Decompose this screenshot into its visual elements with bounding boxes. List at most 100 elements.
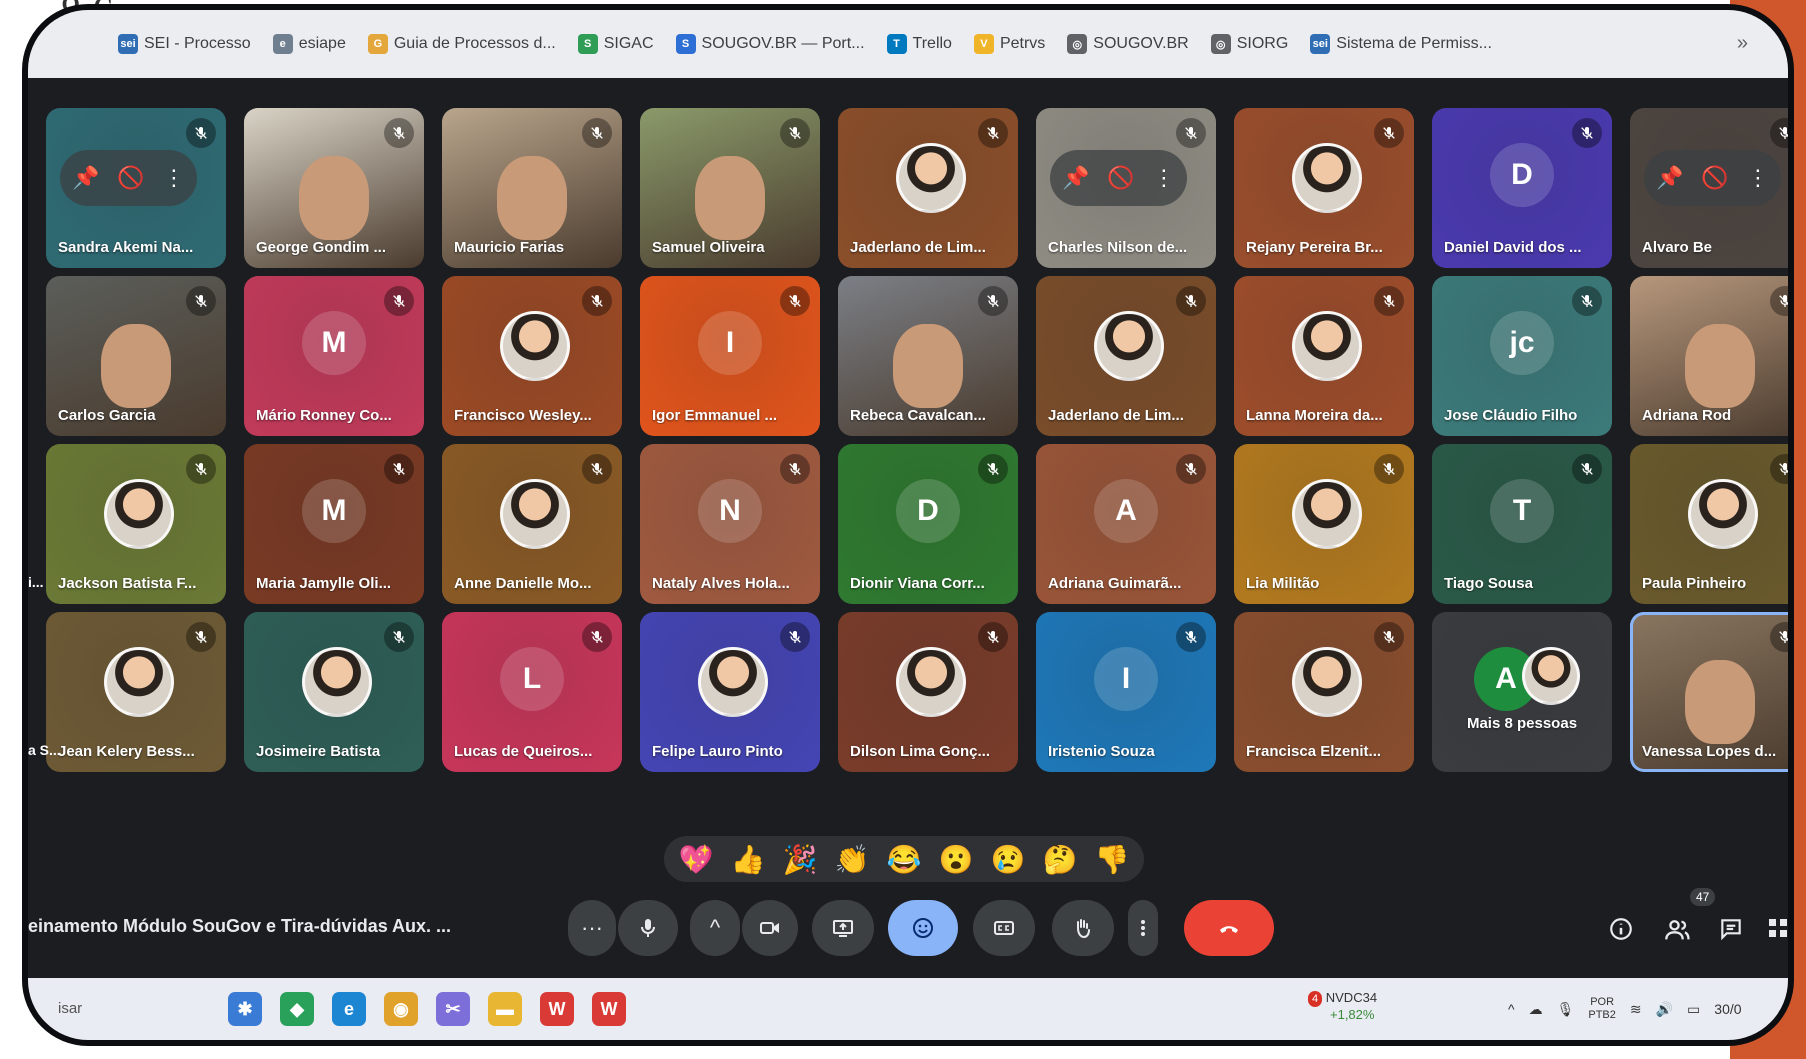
participant-tile[interactable]: jc Jose Cláudio Filho <box>1432 276 1612 436</box>
audio-options-caret[interactable]: ^ <box>690 900 740 956</box>
more-actions-button[interactable] <box>1128 900 1158 956</box>
wifi-icon[interactable]: ≋ <box>1630 1001 1642 1018</box>
chrome-icon[interactable]: ◉ <box>384 992 418 1026</box>
bookmark-item[interactable]: G Guia de Processos d... <box>367 34 556 54</box>
chevron-up-icon[interactable]: ^ <box>1508 1001 1515 1017</box>
bookmark-item[interactable]: ◎ SIORG <box>1210 34 1288 54</box>
participant-tile[interactable]: Jaderlano de Lim... <box>1036 276 1216 436</box>
folder-icon[interactable]: ▬ <box>488 992 522 1026</box>
participant-tile[interactable]: I Iristenio Souza <box>1036 612 1216 772</box>
pin-icon[interactable]: 📌 <box>1062 165 1089 191</box>
taskbar-search[interactable]: isar <box>58 1000 82 1017</box>
participant-tile[interactable]: Adriana Rod <box>1630 276 1788 436</box>
reaction-emoji[interactable]: 😂 <box>882 843 926 876</box>
captions-button[interactable] <box>973 900 1035 956</box>
pin-icon[interactable]: 📌 <box>72 165 99 191</box>
participant-tile[interactable]: George Gondim ... <box>244 108 424 268</box>
participant-tile[interactable]: Francisco Wesley... <box>442 276 622 436</box>
battery-icon[interactable]: ▭ <box>1687 1001 1700 1018</box>
participant-tile[interactable]: Vanessa Lopes d... <box>1630 612 1788 772</box>
cloud-icon[interactable]: ☁ <box>1529 1001 1543 1018</box>
participant-tile[interactable]: Samuel Oliveira <box>640 108 820 268</box>
participant-tile[interactable]: Josimeire Batista <box>244 612 424 772</box>
participant-tile[interactable]: D Daniel David dos ... <box>1432 108 1612 268</box>
snip-icon[interactable]: ✂ <box>436 992 470 1026</box>
volume-icon[interactable]: 🔊 <box>1656 1001 1673 1018</box>
more-options-button[interactable]: ··· <box>568 900 616 956</box>
participant-tile[interactable]: Francisca Elzenit... <box>1234 612 1414 772</box>
language-indicator[interactable]: POR PTB2 <box>1588 996 1616 1022</box>
activities-button[interactable] <box>1766 916 1788 947</box>
participant-tile[interactable]: I Igor Emmanuel ... <box>640 276 820 436</box>
meeting-info-button[interactable] <box>1608 916 1634 949</box>
microphone-tray-icon[interactable]: 🎙 <box>1557 1001 1575 1018</box>
participant-tile[interactable]: Rejany Pereira Br... <box>1234 108 1414 268</box>
camera-button[interactable] <box>742 900 798 956</box>
participant-tile[interactable]: Anne Danielle Mo... <box>442 444 622 604</box>
participant-tile[interactable]: Paula Pinheiro <box>1630 444 1788 604</box>
present-screen-button[interactable] <box>812 900 874 956</box>
pin-icon[interactable]: 📌 <box>1656 165 1683 191</box>
reaction-emoji[interactable]: 👍 <box>726 843 770 876</box>
reactions-button[interactable] <box>888 900 958 956</box>
bookmark-item[interactable]: sei Sistema de Permiss... <box>1310 34 1492 54</box>
participant-tile[interactable]: Felipe Lauro Pinto <box>640 612 820 772</box>
participant-tile[interactable]: Lia Militão <box>1234 444 1414 604</box>
mute-participant-icon[interactable]: 🚫 <box>117 165 144 191</box>
people-button[interactable] <box>1664 916 1692 951</box>
reaction-emoji[interactable]: 👏 <box>830 843 874 876</box>
participant-tile[interactable]: L Lucas de Queiros... <box>442 612 622 772</box>
participant-tile[interactable]: Jaderlano de Lim... <box>838 108 1018 268</box>
participant-tile[interactable]: Lanna Moreira da... <box>1234 276 1414 436</box>
leave-call-button[interactable] <box>1184 900 1274 956</box>
stock-widget[interactable]: 4 NVDC34 +1,82% <box>1308 990 1377 1023</box>
participant-tile[interactable]: Rebeca Cavalcan... <box>838 276 1018 436</box>
bookmarks-more-button[interactable]: » <box>1737 32 1748 55</box>
microphone-button[interactable] <box>618 900 678 956</box>
mic-off-icon <box>1176 118 1206 148</box>
participant-tile[interactable]: N Nataly Alves Hola... <box>640 444 820 604</box>
avatar-initial: M <box>302 311 366 376</box>
bookmark-item[interactable]: T Trello <box>886 34 952 54</box>
kebab-icon[interactable]: ⋮ <box>1747 165 1769 191</box>
mic-off-icon <box>1374 622 1404 652</box>
participant-tile[interactable]: A Adriana Guimarã... <box>1036 444 1216 604</box>
bookmark-item[interactable]: S SOUGOV.BR — Port... <box>675 34 865 54</box>
kebab-icon[interactable]: ⋮ <box>163 165 185 191</box>
participant-tile[interactable]: Jean Kelery Bess... <box>46 612 226 772</box>
reaction-emoji[interactable]: 😮 <box>934 843 978 876</box>
mute-participant-icon[interactable]: 🚫 <box>1701 165 1728 191</box>
raise-hand-button[interactable] <box>1052 900 1114 956</box>
bookmark-item[interactable]: S SIGAC <box>577 34 654 54</box>
reaction-emoji[interactable]: 👎 <box>1090 843 1134 876</box>
wps-icon[interactable]: W <box>540 992 574 1026</box>
participant-tile[interactable]: Dilson Lima Gonç... <box>838 612 1018 772</box>
wps-spreadsheet-icon[interactable]: W <box>592 992 626 1026</box>
edge-icon[interactable]: e <box>332 992 366 1026</box>
participant-tile[interactable]: Jackson Batista F... <box>46 444 226 604</box>
participant-tile[interactable]: 📌 🚫 ⋮ Charles Nilson de... <box>1036 108 1216 268</box>
chat-button[interactable] <box>1718 916 1744 949</box>
clock[interactable]: 30/0 <box>1714 1001 1741 1017</box>
bookmark-item[interactable]: ◎ SOUGOV.BR <box>1067 34 1189 54</box>
reaction-emoji[interactable]: 🤔 <box>1038 843 1082 876</box>
participant-tile[interactable]: D Dionir Viana Corr... <box>838 444 1018 604</box>
bookmark-item[interactable]: V Petrvs <box>973 34 1045 54</box>
bookmark-item[interactable]: e esiape <box>272 34 346 54</box>
reaction-emoji[interactable]: 💖 <box>674 843 718 876</box>
reaction-emoji[interactable]: 🎉 <box>778 843 822 876</box>
participant-tile[interactable]: Carlos Garcia <box>46 276 226 436</box>
participant-tile[interactable]: T Tiago Sousa <box>1432 444 1612 604</box>
phone-link-icon[interactable]: ◆ <box>280 992 314 1026</box>
participant-tile[interactable]: 📌 🚫 ⋮ Alvaro Be <box>1630 108 1788 268</box>
mute-participant-icon[interactable]: 🚫 <box>1107 165 1134 191</box>
participant-tile[interactable]: A Mais 8 pessoas <box>1432 612 1612 772</box>
participant-tile[interactable]: M Mário Ronney Co... <box>244 276 424 436</box>
reaction-emoji[interactable]: 😢 <box>986 843 1030 876</box>
participant-tile[interactable]: M Maria Jamylle Oli... <box>244 444 424 604</box>
participant-tile[interactable]: Mauricio Farias <box>442 108 622 268</box>
bookmark-item[interactable]: sei SEI - Processo <box>118 34 251 54</box>
participant-tile[interactable]: 📌 🚫 ⋮ Sandra Akemi Na... <box>46 108 226 268</box>
widgets-icon[interactable]: ✱ <box>228 992 262 1026</box>
kebab-icon[interactable]: ⋮ <box>1153 165 1175 191</box>
